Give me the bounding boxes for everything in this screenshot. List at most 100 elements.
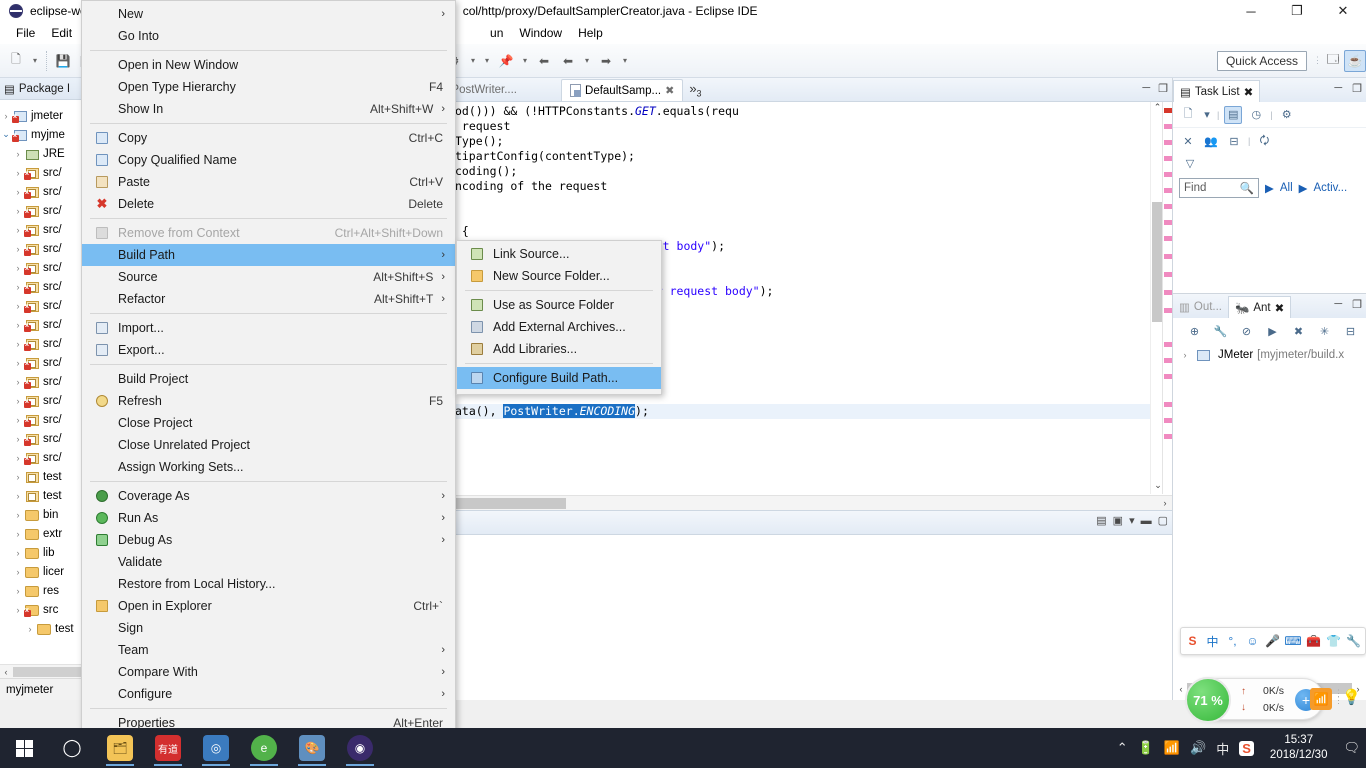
menu-help[interactable]: Help <box>570 24 611 42</box>
expand-arrow-icon[interactable]: › <box>12 244 24 254</box>
tab-outline[interactable]: ▥ Out... <box>1173 296 1228 318</box>
menu-item-refactor[interactable]: Refactor Alt+Shift+T › <box>82 288 455 310</box>
chinese-mode-icon[interactable]: 中 <box>1205 633 1220 649</box>
external-tools-dropdown-icon[interactable]: ▾ <box>467 50 479 72</box>
expand-arrow-icon[interactable]: › <box>1179 350 1191 360</box>
forward-arrow-icon[interactable]: ⬅ <box>557 50 579 72</box>
filter-arrow-activate-icon[interactable]: ▶ <box>1299 181 1308 195</box>
menu-window[interactable]: Window <box>511 24 570 42</box>
menu-item-export[interactable]: Export... <box>82 339 455 361</box>
expand-arrow-icon[interactable]: › <box>12 491 24 501</box>
menu-item-delete[interactable]: ✖ Delete Delete <box>82 193 455 215</box>
cortana-search-icon[interactable]: ◯ <box>48 728 96 768</box>
expand-arrow-icon[interactable]: › <box>12 339 24 349</box>
menu-item-restore-from-local-history[interactable]: Restore from Local History... <box>82 573 455 595</box>
expand-arrow-icon[interactable]: › <box>12 453 24 463</box>
menu-item-build-path[interactable]: Build Path › <box>82 244 455 266</box>
expand-arrow-icon[interactable]: › <box>12 149 24 159</box>
submenu-item-add-external-archives[interactable]: Add External Archives... <box>457 316 661 338</box>
lightbulb-icon[interactable]: 💡 <box>1342 688 1361 706</box>
menu-item-open-type-hierarchy[interactable]: Open Type Hierarchy F4 <box>82 76 455 98</box>
expand-arrow-icon[interactable]: › <box>12 377 24 387</box>
new-task-icon[interactable]: 🗋 <box>1179 106 1197 124</box>
quick-access-input[interactable]: Quick Access <box>1216 50 1307 71</box>
settings-icon[interactable]: 🔧 <box>1346 633 1361 649</box>
expand-arrow-icon[interactable]: › <box>12 358 24 368</box>
battery-icon[interactable]: 🔋 <box>1138 740 1154 756</box>
expand-arrow-icon[interactable]: › <box>12 529 24 539</box>
remove-all-icon[interactable]: ✖ <box>1290 322 1308 340</box>
notification-icon[interactable]: 🗨 <box>1343 740 1360 756</box>
taskbar-item-browser[interactable]: e <box>240 728 288 768</box>
tree-item[interactable]: › src/ <box>0 353 83 372</box>
tree-item[interactable]: › test <box>0 486 83 505</box>
expand-arrow-icon[interactable]: › <box>12 187 24 197</box>
menu-item-coverage-as[interactable]: Coverage As › <box>82 485 455 507</box>
close-icon[interactable]: ✖ <box>665 84 674 97</box>
expand-arrow-icon[interactable]: › <box>12 567 24 577</box>
menu-item-assign-working-sets[interactable]: Assign Working Sets... <box>82 456 455 478</box>
back-icon[interactable]: ⬅ <box>533 50 555 72</box>
open-console-icon[interactable]: ▣ <box>1113 514 1123 527</box>
tree-item[interactable]: › src/ <box>0 334 83 353</box>
menu-item-build-project[interactable]: Build Project <box>82 368 455 390</box>
menu-item-run-as[interactable]: Run As › <box>82 507 455 529</box>
scroll-right-icon[interactable]: › <box>1158 498 1172 508</box>
volume-icon[interactable]: 🔊 <box>1190 740 1206 756</box>
scheduled-presentation-icon[interactable]: ◷ <box>1247 106 1265 124</box>
hscroll-thumb[interactable] <box>13 666 83 677</box>
close-button[interactable]: ✕ <box>1320 0 1366 22</box>
package-explorer-hscrollbar[interactable]: ‹ <box>0 664 84 678</box>
tree-item[interactable]: › src/ <box>0 277 83 296</box>
menu-item-close-project[interactable]: Close Project <box>82 412 455 434</box>
tree-item[interactable]: › src <box>0 600 83 619</box>
expand-arrow-icon[interactable]: › <box>12 301 24 311</box>
menu-file[interactable]: File <box>8 24 43 42</box>
expand-arrow-icon[interactable]: › <box>12 320 24 330</box>
menu-item-open-in-explorer[interactable]: Open in Explorer Ctrl+` <box>82 595 455 617</box>
run-default-target-icon[interactable]: 🔧 <box>1212 322 1230 340</box>
expand-arrow-icon[interactable]: › <box>12 396 24 406</box>
menu-item-sign[interactable]: Sign <box>82 617 455 639</box>
console-dropdown-icon[interactable]: ▾ <box>1129 514 1135 527</box>
menu-item-validate[interactable]: Validate <box>82 551 455 573</box>
tree-item[interactable]: › JRE <box>0 144 83 163</box>
forward-icon[interactable]: ➡ <box>595 50 617 72</box>
expand-arrow-icon[interactable]: › <box>12 472 24 482</box>
sogou-logo-icon[interactable]: S <box>1185 633 1200 649</box>
taskbar-item-eclipse[interactable]: ◉ <box>336 728 384 768</box>
collapse-all-icon[interactable]: ⊟ <box>1225 132 1243 150</box>
synchronize-icon[interactable]: ⚙ <box>1278 106 1296 124</box>
tree-item[interactable]: › src/ <box>0 296 83 315</box>
pin-dropdown-icon[interactable]: ▾ <box>519 50 531 72</box>
tree-item[interactable]: › jmeter <box>0 106 83 125</box>
open-perspective-icon[interactable]: 🗔 <box>1322 50 1344 72</box>
menu-item-paste[interactable]: Paste Ctrl+V <box>82 171 455 193</box>
rss-icon[interactable]: 📶 <box>1310 688 1332 710</box>
menu-item-open-in-new-window[interactable]: Open in New Window <box>82 54 455 76</box>
run-icon[interactable]: ▶ <box>1264 322 1282 340</box>
history-dropdown-icon[interactable]: ▾ <box>481 50 493 72</box>
wifi-icon[interactable]: 📶 <box>1164 740 1180 756</box>
submenu-item-configure-build-path[interactable]: Configure Build Path... <box>457 367 661 389</box>
maximize-button[interactable]: ❐ <box>1274 0 1320 22</box>
expand-arrow-icon[interactable]: › <box>12 263 24 273</box>
taskbar-item-paint[interactable]: 🎨 <box>288 728 336 768</box>
tree-item[interactable]: › src/ <box>0 163 83 182</box>
tree-item[interactable]: › bin <box>0 505 83 524</box>
tree-item[interactable]: › licer <box>0 562 83 581</box>
tree-item[interactable]: › src/ <box>0 372 83 391</box>
punctuation-icon[interactable]: °, <box>1225 633 1240 649</box>
submenu-item-link-source[interactable]: Link Source... <box>457 243 661 265</box>
ime-indicator[interactable]: 中 <box>1216 739 1229 758</box>
tree-item[interactable]: › src/ <box>0 429 83 448</box>
cpu-usage-badge[interactable]: 71 % <box>1185 677 1231 723</box>
save-icon[interactable]: 💾 <box>52 50 74 72</box>
tree-item[interactable]: › src/ <box>0 239 83 258</box>
maximize-icon[interactable]: ❐ <box>1158 82 1168 95</box>
tab-ant[interactable]: 🐜 Ant ✖ <box>1228 296 1292 318</box>
menu-item-close-unrelated-project[interactable]: Close Unrelated Project <box>82 434 455 456</box>
minimize-icon[interactable]: ─ <box>1334 298 1342 311</box>
expand-arrow-icon[interactable]: › <box>12 225 24 235</box>
emoji-icon[interactable]: ☺ <box>1245 633 1260 649</box>
